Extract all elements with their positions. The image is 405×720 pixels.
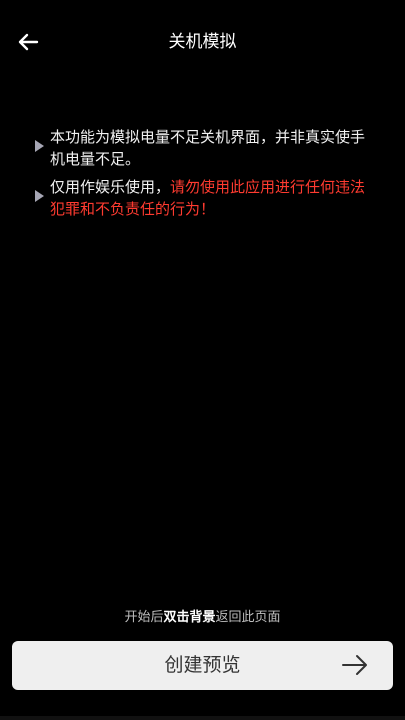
hint-bold: 双击背景: [163, 610, 216, 625]
hint-prefix: 开始后: [124, 610, 164, 625]
notice-text: 本功能为模拟电量不足关机界面，并非真实使手机电量不足。: [50, 128, 366, 168]
arrow-right-icon: [342, 655, 367, 675]
page-title: 关机模拟: [168, 32, 237, 52]
create-preview-button[interactable]: 创建预览: [12, 641, 393, 690]
triangle-bullet-icon: [35, 190, 44, 202]
top-app-bar: 关机模拟: [0, 0, 405, 84]
notice-list: 本功能为模拟电量不足关机界面，并非真实使手机电量不足。 仅用作娱乐使用，请勿使用…: [34, 126, 374, 226]
usage-hint: 开始后双击背景返回此页面: [0, 608, 405, 628]
notice-item-disclaimer: 本功能为模拟电量不足关机界面，并非真实使手机电量不足。: [34, 126, 374, 170]
notice-item-warning: 仅用作娱乐使用，请勿使用此应用进行任何违法犯罪和不负责任的行为！: [34, 176, 374, 220]
bottom-edge: [0, 716, 405, 720]
create-preview-label: 创建预览: [164, 654, 241, 676]
hint-suffix: 返回此页面: [215, 610, 281, 625]
triangle-bullet-icon: [35, 140, 44, 152]
notice-text: 仅用作娱乐使用，: [50, 178, 171, 196]
